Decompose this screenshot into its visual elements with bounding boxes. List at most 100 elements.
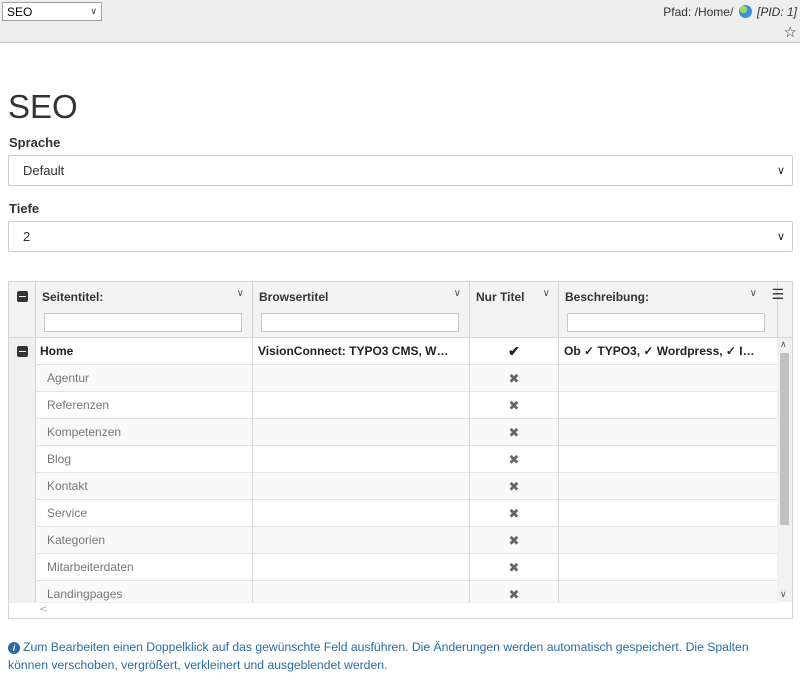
chevron-down-icon[interactable]: ∨ <box>237 288 244 299</box>
module-header: SEO ∨ Pfad: /Home/ [PID: 1] ☆ <box>0 0 800 43</box>
seo-grid: Seitentitel: ∨ Browsertitel ∨ Nur Titel … <box>8 281 793 619</box>
browsertitel-cell[interactable] <box>253 419 470 446</box>
column-title: Browsertitel <box>259 290 329 304</box>
module-select[interactable]: SEO ∨ <box>2 2 102 21</box>
beschreibung-cell[interactable] <box>559 554 778 581</box>
info-note-text: Zum Bearbeiten einen Doppelklick auf das… <box>8 640 749 672</box>
row-toggle-cell[interactable] <box>9 392 36 419</box>
seitentitel-cell[interactable]: Home <box>36 338 253 365</box>
collapse-icon[interactable] <box>17 346 28 357</box>
beschreibung-cell[interactable] <box>559 365 778 392</box>
browsertitel-cell[interactable] <box>253 392 470 419</box>
table-row[interactable]: Blog ✖ <box>9 446 778 473</box>
table-row[interactable]: Kategorien ✖ <box>9 527 778 554</box>
table-row[interactable]: Referenzen ✖ <box>9 392 778 419</box>
browsertitel-cell[interactable] <box>253 365 470 392</box>
browsertitel-cell[interactable] <box>253 500 470 527</box>
row-toggle-cell[interactable] <box>9 365 36 392</box>
beschreibung-cell[interactable] <box>559 500 778 527</box>
beschreibung-cell[interactable] <box>559 473 778 500</box>
table-row[interactable]: Mitarbeiterdaten ✖ <box>9 554 778 581</box>
table-row[interactable]: Kontakt ✖ <box>9 473 778 500</box>
grid-header: Seitentitel: ∨ Browsertitel ∨ Nur Titel … <box>9 282 792 338</box>
globe-icon <box>738 5 752 18</box>
select-all-cell[interactable] <box>9 282 36 337</box>
table-row[interactable]: Kompetenzen ✖ <box>9 419 778 446</box>
pid-label: [PID: 1] <box>756 5 797 19</box>
beschreibung-cell[interactable]: Ob ✓ TYPO3, ✓ Wordpress, ✓ I… <box>559 338 778 365</box>
nur-titel-cell[interactable]: ✖ <box>470 365 559 392</box>
row-toggle-cell[interactable] <box>9 500 36 527</box>
beschreibung-cell[interactable] <box>559 419 778 446</box>
beschreibung-filter-input[interactable] <box>567 313 765 332</box>
depth-select[interactable]: 2 ∨ <box>8 221 793 252</box>
seitentitel-cell[interactable]: Kontakt <box>36 473 253 500</box>
scroll-up-icon[interactable]: ∧ <box>780 340 787 350</box>
seitentitel-cell[interactable]: Kompetenzen <box>36 419 253 446</box>
browsertitel-cell[interactable]: VisionConnect: TYPO3 CMS, W… <box>253 338 470 365</box>
nur-titel-cell[interactable]: ✖ <box>470 554 559 581</box>
nur-titel-cell[interactable]: ✖ <box>470 473 559 500</box>
row-toggle-cell[interactable] <box>9 554 36 581</box>
page-path: Pfad: /Home/ [PID: 1] <box>663 5 797 19</box>
chevron-down-icon[interactable]: ∨ <box>543 288 550 299</box>
nur-titel-cell[interactable]: ✖ <box>470 419 559 446</box>
language-select[interactable]: Default ∨ <box>8 155 793 186</box>
chevron-down-icon: ∨ <box>776 231 785 243</box>
table-row[interactable]: Home VisionConnect: TYPO3 CMS, W… ✔ Ob ✓ TY… <box>9 338 778 365</box>
column-title: Nur Titel <box>476 290 525 304</box>
horizontal-scrollbar[interactable]: < <box>9 602 778 618</box>
column-title: Beschreibung: <box>565 290 650 304</box>
row-toggle-cell[interactable] <box>9 338 36 365</box>
chevron-down-icon: ∨ <box>90 6 97 16</box>
browsertitel-cell[interactable] <box>253 527 470 554</box>
nur-titel-cell[interactable]: ✔ <box>470 338 559 365</box>
beschreibung-cell[interactable] <box>559 392 778 419</box>
browsertitel-cell[interactable] <box>253 554 470 581</box>
bookmark-star-icon[interactable]: ☆ <box>784 25 797 40</box>
row-toggle-cell[interactable] <box>9 419 36 446</box>
collapse-all-icon[interactable] <box>17 291 28 302</box>
info-note: i Zum Bearbeiten einen Doppelklick auf da… <box>8 638 788 674</box>
table-row[interactable]: Agentur ✖ <box>9 365 778 392</box>
browsertitel-cell[interactable] <box>253 446 470 473</box>
chevron-down-icon: ∨ <box>776 165 785 177</box>
seitentitel-cell[interactable]: Kategorien <box>36 527 253 554</box>
column-header-nur-titel[interactable]: Nur Titel ∨ <box>470 282 559 337</box>
nur-titel-cell[interactable]: ✖ <box>470 527 559 554</box>
chevron-down-icon[interactable]: ∨ <box>454 288 461 299</box>
nur-titel-cell[interactable]: ✖ <box>470 446 559 473</box>
vertical-scrollbar[interactable]: ∧ ∨ <box>777 338 792 602</box>
row-toggle-cell[interactable] <box>9 527 36 554</box>
path-label: Pfad: /Home/ <box>663 5 734 19</box>
browsertitel-cell[interactable] <box>253 473 470 500</box>
nur-titel-cell[interactable]: ✖ <box>470 392 559 419</box>
depth-label: Tiefe <box>9 201 40 216</box>
seitentitel-cell[interactable]: Service <box>36 500 253 527</box>
info-icon: i <box>8 642 20 654</box>
module-select-value: SEO <box>7 5 33 19</box>
scroll-down-icon[interactable]: ∨ <box>780 590 787 600</box>
seitentitel-cell[interactable]: Mitarbeiterdaten <box>36 554 253 581</box>
language-select-value: Default <box>23 163 65 178</box>
row-toggle-cell[interactable] <box>9 446 36 473</box>
grid-menu-icon[interactable]: ☰ <box>771 288 784 302</box>
language-label: Sprache <box>9 135 61 150</box>
column-header-beschreibung[interactable]: Beschreibung: ∨ <box>559 282 778 337</box>
scrollbar-thumb[interactable] <box>780 353 789 525</box>
chevron-down-icon[interactable]: ∨ <box>750 288 757 299</box>
column-header-browsertitel[interactable]: Browsertitel ∨ <box>253 282 470 337</box>
column-header-seitentitel[interactable]: Seitentitel: ∨ <box>36 282 253 337</box>
table-row[interactable]: Service ✖ <box>9 500 778 527</box>
beschreibung-cell[interactable] <box>559 446 778 473</box>
beschreibung-cell[interactable] <box>559 527 778 554</box>
seitentitel-filter-input[interactable] <box>44 313 242 332</box>
nur-titel-cell[interactable]: ✖ <box>470 500 559 527</box>
scroll-left-icon[interactable]: < <box>39 604 47 615</box>
seitentitel-cell[interactable]: Agentur <box>36 365 253 392</box>
row-toggle-cell[interactable] <box>9 473 36 500</box>
page-title: SEO <box>8 88 78 125</box>
browsertitel-filter-input[interactable] <box>261 313 459 332</box>
seitentitel-cell[interactable]: Referenzen <box>36 392 253 419</box>
seitentitel-cell[interactable]: Blog <box>36 446 253 473</box>
